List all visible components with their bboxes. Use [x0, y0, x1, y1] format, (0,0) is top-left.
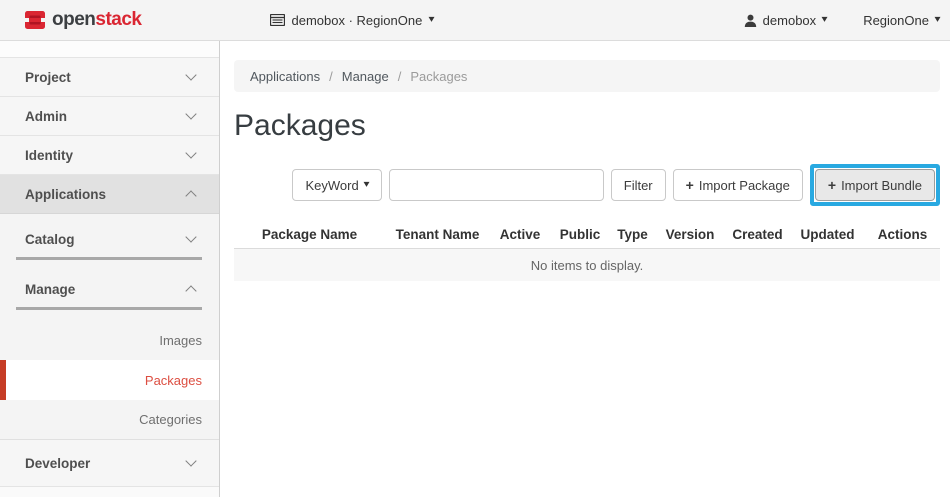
- sidebar-item-label: Catalog: [25, 232, 75, 247]
- caret-down-icon: ▾: [934, 15, 940, 25]
- table-empty-row: No items to display.: [234, 248, 940, 281]
- sidebar-item-catalog[interactable]: Catalog: [0, 224, 219, 254]
- sidebar-item-manage[interactable]: Manage: [0, 274, 219, 304]
- user-icon: [744, 14, 757, 27]
- column-header-created: Created: [725, 227, 790, 242]
- column-header-package-name: Package Name: [234, 227, 385, 242]
- sidebar-item-label: Project: [25, 70, 71, 85]
- empty-message: No items to display.: [531, 258, 643, 273]
- import-package-label: Import Package: [699, 178, 790, 193]
- breadcrumb: Applications / Manage / Packages: [234, 60, 940, 92]
- column-header-updated: Updated: [790, 227, 865, 242]
- plus-icon: +: [828, 177, 836, 193]
- sidebar-top-strip: [0, 41, 219, 58]
- brand-word-stack: stack: [95, 9, 141, 30]
- column-header-version: Version: [655, 227, 725, 242]
- sidebar-item-project[interactable]: Project: [0, 58, 219, 97]
- sidebar-item-images[interactable]: Images: [0, 320, 219, 360]
- import-bundle-button[interactable]: + Import Bundle: [815, 169, 935, 201]
- page-title: Packages: [234, 109, 940, 143]
- brand-text: openstack: [52, 9, 142, 31]
- column-header-actions: Actions: [865, 227, 940, 242]
- sidebar-item-categories[interactable]: Categories: [0, 400, 219, 440]
- sidebar-navigation: Project Admin Identity Applications Cata…: [0, 41, 220, 497]
- column-header-active: Active: [490, 227, 550, 242]
- column-header-public: Public: [550, 227, 610, 242]
- chevron-up-icon: [185, 190, 196, 201]
- context-switcher-label: demobox · RegionOne: [292, 13, 423, 28]
- sidebar-item-label: Applications: [25, 187, 106, 202]
- sidebar-item-admin[interactable]: Admin: [0, 97, 219, 136]
- sidebar-item-label: Categories: [139, 412, 202, 427]
- manage-submenu: Images Packages Categories: [0, 310, 219, 440]
- plus-icon: +: [686, 177, 694, 193]
- chevron-down-icon: [185, 231, 196, 242]
- filter-button[interactable]: Filter: [611, 169, 666, 201]
- application-window: openstack demobox · RegionOne ▾ demobox …: [0, 0, 950, 497]
- sidebar-item-developer[interactable]: Developer: [0, 440, 219, 487]
- breadcrumb-separator: /: [329, 69, 333, 84]
- project-context-switcher[interactable]: demobox · RegionOne ▾: [270, 13, 435, 28]
- sidebar-bottom-strip: [0, 487, 219, 497]
- chevron-down-icon: [185, 69, 196, 80]
- openstack-logo: openstack: [24, 9, 142, 31]
- sidebar-item-label: Developer: [25, 456, 90, 471]
- spacer: [0, 260, 219, 274]
- breadcrumb-item-manage[interactable]: Manage: [342, 69, 389, 84]
- caret-down-icon: ▾: [429, 15, 435, 25]
- chevron-down-icon: [185, 455, 196, 466]
- keyword-filter-dropdown[interactable]: KeyWord ▾: [292, 169, 381, 201]
- region-menu[interactable]: RegionOne ▾: [863, 13, 940, 28]
- projects-icon: [270, 14, 285, 26]
- table-toolbar: KeyWord ▾ Filter + Import Package + Impo…: [234, 164, 940, 206]
- openstack-cube-icon: [24, 10, 46, 30]
- applications-submenu: Catalog Manage: [0, 214, 219, 310]
- sidebar-item-label: Identity: [25, 148, 73, 163]
- breadcrumb-item-applications[interactable]: Applications: [250, 69, 320, 84]
- region-menu-label: RegionOne: [863, 13, 929, 28]
- filter-button-label: Filter: [624, 178, 653, 193]
- sidebar-item-applications[interactable]: Applications: [0, 175, 219, 214]
- sidebar-item-label: Images: [159, 333, 202, 348]
- top-navigation-bar: openstack demobox · RegionOne ▾ demobox …: [0, 0, 950, 41]
- column-header-tenant-name: Tenant Name: [385, 227, 490, 242]
- chevron-down-icon: [185, 108, 196, 119]
- sidebar-item-identity[interactable]: Identity: [0, 136, 219, 175]
- topbar-right-group: demobox ▾ RegionOne ▾: [744, 13, 940, 28]
- user-menu-label: demobox: [763, 13, 816, 28]
- import-bundle-label: Import Bundle: [841, 178, 922, 193]
- keyword-dropdown-label: KeyWord: [305, 178, 358, 193]
- user-menu[interactable]: demobox ▾: [744, 13, 828, 28]
- highlight-box: + Import Bundle: [810, 164, 940, 206]
- chevron-up-icon: [185, 285, 196, 296]
- filter-search-input[interactable]: [389, 169, 604, 201]
- packages-table-header: Package Name Tenant Name Active Public T…: [234, 221, 940, 248]
- caret-down-icon: ▾: [822, 15, 828, 25]
- breadcrumb-separator: /: [398, 69, 402, 84]
- sidebar-item-label: Packages: [145, 373, 202, 388]
- chevron-down-icon: [185, 147, 196, 158]
- column-header-type: Type: [610, 227, 655, 242]
- breadcrumb-item-packages: Packages: [410, 69, 467, 84]
- caret-down-icon: ▾: [363, 180, 369, 190]
- brand-word-open: open: [52, 9, 95, 30]
- sidebar-item-packages[interactable]: Packages: [0, 360, 219, 400]
- sidebar-item-label: Admin: [25, 109, 67, 124]
- sidebar-item-label: Manage: [25, 282, 75, 297]
- main-content: Applications / Manage / Packages Package…: [221, 41, 950, 497]
- import-package-button[interactable]: + Import Package: [673, 169, 803, 201]
